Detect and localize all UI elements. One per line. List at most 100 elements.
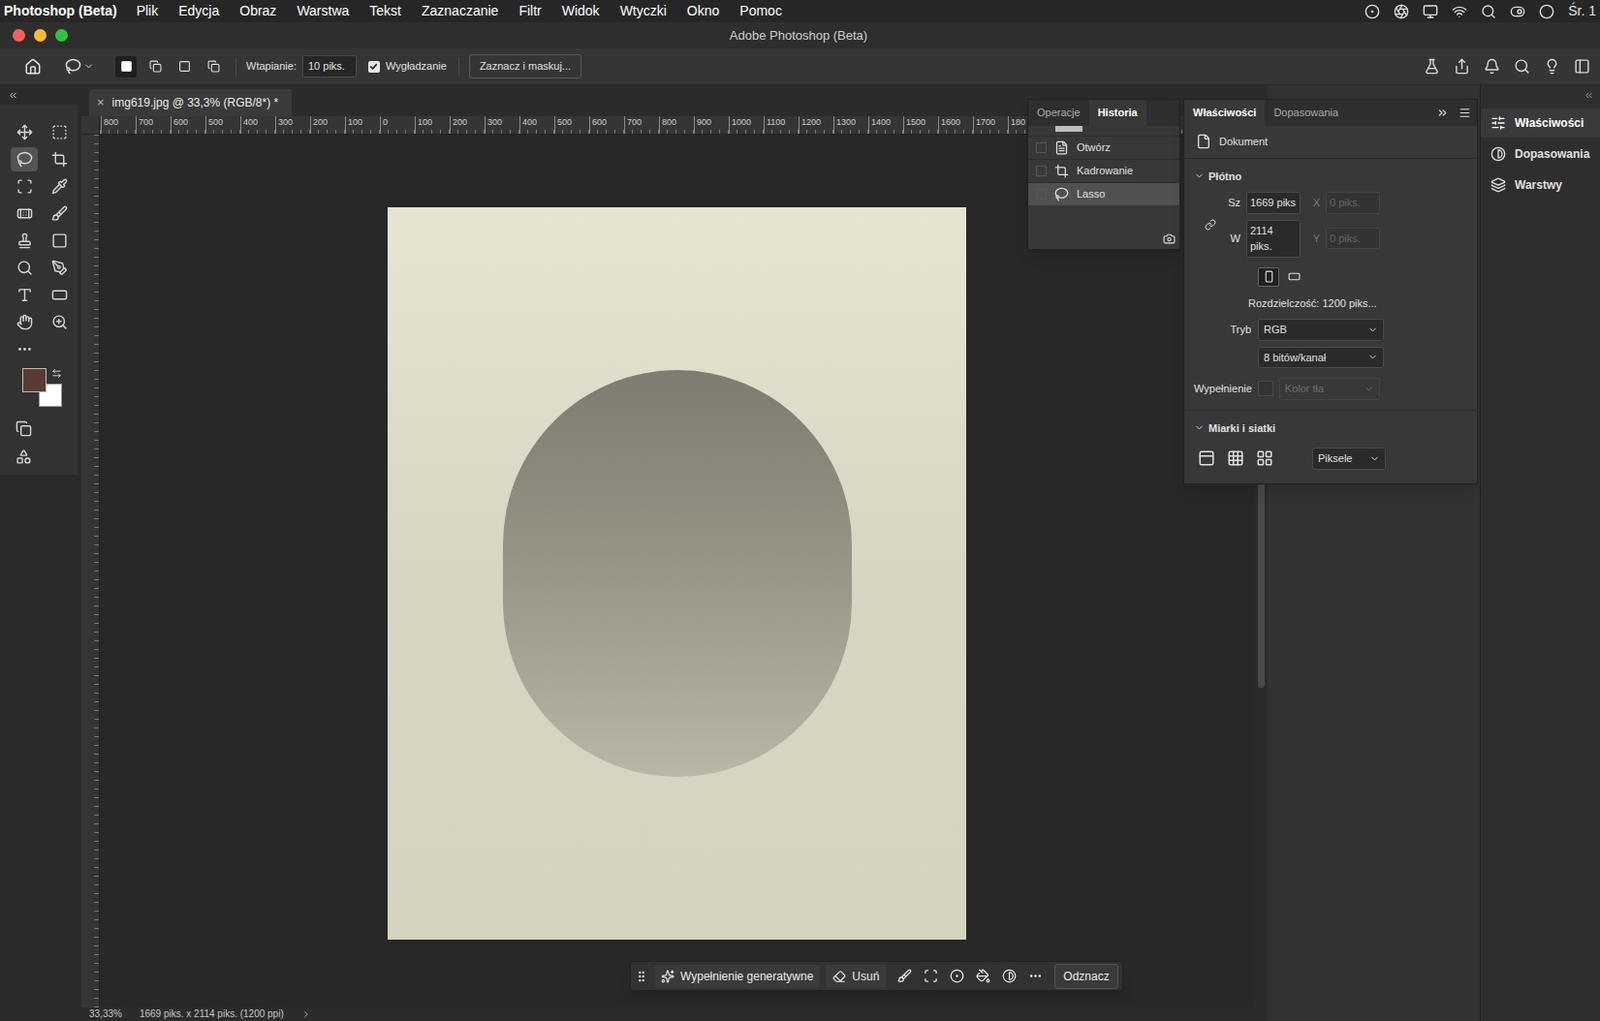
- close-button[interactable]: [12, 29, 26, 42]
- tool-button[interactable]: [6, 308, 42, 336]
- menu-item[interactable]: Warstwa: [296, 0, 349, 22]
- photo[interactable]: [387, 207, 967, 941]
- adjustment-icon[interactable]: [1002, 969, 1017, 984]
- status-menu-icon[interactable]: [301, 1009, 312, 1020]
- feather-field[interactable]: 10 piks.: [302, 55, 357, 78]
- deselect-button[interactable]: Odznacz: [1054, 964, 1118, 990]
- quick-mask-icon[interactable]: [15, 420, 32, 438]
- orientation-button[interactable]: [1283, 267, 1305, 287]
- expand-dock-icon[interactable]: [1583, 90, 1595, 101]
- menu-item[interactable]: Zaznaczanie: [421, 0, 499, 22]
- tool-button[interactable]: [6, 281, 42, 309]
- remove-button[interactable]: Usuń: [825, 965, 886, 989]
- canvas-area[interactable]: [99, 134, 1255, 1008]
- minimize-button[interactable]: [33, 29, 47, 42]
- tool-button[interactable]: [41, 253, 77, 282]
- history-item[interactable]: Kadrowanie: [1028, 158, 1180, 183]
- grid-icon[interactable]: [1226, 449, 1245, 468]
- section-toggle[interactable]: Płótno: [1193, 168, 1468, 186]
- tool-button[interactable]: [6, 226, 42, 254]
- menu-item[interactable]: Edycja: [178, 0, 220, 22]
- close-tab-button[interactable]: ×: [96, 93, 105, 113]
- assistant-icon[interactable]: [1393, 3, 1410, 20]
- menu-item[interactable]: Widok: [562, 0, 600, 22]
- panel-tab[interactable]: Operacje: [1028, 99, 1090, 126]
- app-menu[interactable]: Photoshop (Beta): [3, 0, 118, 22]
- select-and-mask-button[interactable]: Zaznacz i maskuj...: [469, 54, 582, 79]
- selection-mode-button[interactable]: [202, 56, 224, 78]
- menu-item[interactable]: Plik: [136, 0, 159, 22]
- menu-item[interactable]: Tekst: [369, 0, 402, 22]
- collapse-panel-icon[interactable]: [1436, 106, 1449, 120]
- dimension-field[interactable]: 2114 piks.: [1246, 219, 1301, 258]
- tool-button[interactable]: [6, 253, 42, 282]
- dock-item[interactable]: Warstwy: [1480, 170, 1600, 200]
- panel-tab[interactable]: Historia: [1089, 99, 1147, 126]
- generative-fill-button[interactable]: Wypełnienie generatywne: [654, 965, 820, 989]
- tool-button[interactable]: [41, 308, 77, 336]
- color-swatches[interactable]: [22, 368, 69, 411]
- grip-icon[interactable]: [634, 970, 649, 984]
- orientation-button[interactable]: [1257, 267, 1280, 287]
- home-icon[interactable]: [24, 58, 42, 76]
- clock[interactable]: Śr. 1: [1568, 0, 1597, 22]
- control-center-icon[interactable]: [1509, 3, 1526, 20]
- bell-icon[interactable]: [1483, 58, 1501, 75]
- foreground-color[interactable]: [22, 368, 47, 393]
- screen-mode-icon[interactable]: [15, 448, 32, 466]
- pixel-grid-icon[interactable]: [1255, 449, 1274, 468]
- siri-icon[interactable]: [1538, 3, 1555, 20]
- tool-button[interactable]: [41, 226, 77, 254]
- menu-item[interactable]: Filtr: [518, 0, 541, 22]
- beta-flask-icon[interactable]: [1423, 58, 1441, 75]
- document-tab[interactable]: ×img619.jpg @ 33,3% (RGB/8*) *: [89, 89, 292, 117]
- tool-button[interactable]: [6, 145, 42, 173]
- selection-mode-button[interactable]: [173, 56, 195, 78]
- tool-button[interactable]: [41, 199, 77, 227]
- tool-button[interactable]: [41, 118, 77, 146]
- share-icon[interactable]: [1453, 58, 1471, 75]
- section-toggle[interactable]: Miarki i siatki: [1193, 420, 1468, 438]
- discover-icon[interactable]: [1543, 58, 1561, 75]
- dimension-field[interactable]: 1669 piks: [1246, 191, 1301, 215]
- menu-item[interactable]: Pomoc: [739, 0, 783, 22]
- fill-icon[interactable]: [975, 969, 991, 984]
- unit-dropdown[interactable]: Piksele: [1312, 447, 1386, 471]
- tool-button[interactable]: [6, 199, 42, 227]
- tool-button[interactable]: [6, 172, 42, 200]
- tool-preset[interactable]: [64, 58, 95, 75]
- transform-selection-icon[interactable]: [923, 969, 939, 984]
- mask-icon[interactable]: [949, 969, 965, 984]
- tool-button[interactable]: [41, 172, 77, 200]
- modify-selection-icon[interactable]: [897, 969, 912, 984]
- zoom-button[interactable]: [55, 29, 68, 42]
- history-item[interactable]: Lasso: [1028, 182, 1180, 206]
- menu-item[interactable]: Okno: [687, 0, 720, 22]
- selection-mode-button[interactable]: [115, 56, 137, 78]
- selection-mode-button[interactable]: [144, 56, 166, 78]
- tool-button[interactable]: [6, 118, 42, 146]
- menu-item[interactable]: Obraz: [239, 0, 277, 22]
- record-icon[interactable]: [1364, 3, 1381, 20]
- spotlight-icon[interactable]: [1480, 3, 1497, 20]
- wifi-icon[interactable]: [1451, 3, 1468, 20]
- dock-item[interactable]: Właściwości: [1480, 108, 1600, 138]
- mode-dropdown[interactable]: RGB: [1257, 318, 1384, 342]
- link-icon[interactable]: [1204, 219, 1217, 231]
- collapse-icon[interactable]: [7, 90, 19, 101]
- search-icon[interactable]: [1513, 58, 1531, 75]
- tool-button[interactable]: [41, 145, 77, 173]
- more-tools-button[interactable]: [6, 335, 42, 363]
- new-snapshot-icon[interactable]: [1162, 232, 1176, 246]
- panel-tab[interactable]: Właściwości: [1184, 99, 1265, 126]
- dock-item[interactable]: Dopasowania: [1480, 139, 1600, 169]
- workspace-icon[interactable]: [1573, 58, 1591, 75]
- panel-menu-icon[interactable]: [1458, 106, 1472, 120]
- rulers-icon[interactable]: [1197, 449, 1216, 468]
- panel-tab[interactable]: Dopasowania: [1264, 99, 1348, 126]
- display-icon[interactable]: [1422, 3, 1439, 20]
- more-icon[interactable]: [1028, 969, 1043, 984]
- zoom-level[interactable]: 33,33%: [89, 1008, 123, 1021]
- vertical-ruler[interactable]: [81, 134, 100, 1008]
- menu-item[interactable]: Wtyczki: [620, 0, 667, 22]
